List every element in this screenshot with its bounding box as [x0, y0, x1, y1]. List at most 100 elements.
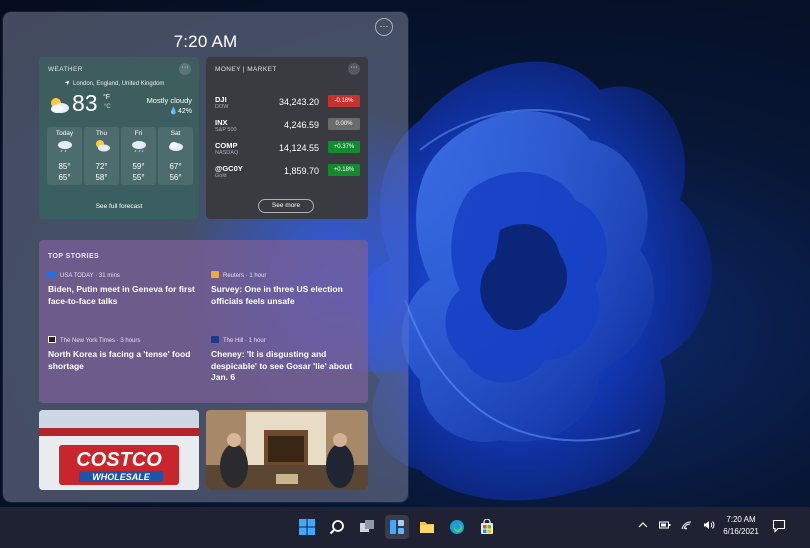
cloudy-icon: [168, 142, 183, 151]
news-image-costco[interactable]: COSTCO WHOLESALE: [39, 410, 199, 490]
battery-icon[interactable]: [658, 518, 672, 532]
stock-row[interactable]: COMP NASDAQ 14,124.55 +0.37%: [215, 141, 361, 163]
forecast-day[interactable]: Thu 72° 58°: [84, 127, 119, 185]
story-source-text: Reuters · 1 hour: [223, 273, 267, 279]
widgets-button[interactable]: [385, 515, 409, 539]
stock-symbol: INX: [215, 118, 228, 127]
stock-price: 4,246.59: [283, 120, 319, 130]
taskbar-clock[interactable]: 7:20 AM 6/16/2021: [716, 514, 766, 538]
volume-icon[interactable]: [702, 518, 716, 532]
forecast-low: 65°: [58, 173, 71, 182]
forecast-low: 56°: [169, 173, 182, 182]
top-stories-widget: TOP STORIES USA TODAY · 31 mins Biden, P…: [39, 240, 368, 403]
forecast-day[interactable]: Sat 67° 56°: [158, 127, 193, 185]
forecast-day-name: Sat: [170, 130, 181, 137]
story-source: Reuters · 1 hour: [211, 271, 361, 279]
see-more-button[interactable]: See more: [258, 199, 314, 213]
partly-sunny-icon: [95, 140, 110, 152]
clock-date: 6/16/2021: [723, 527, 759, 536]
story-headline: Survey: One in three US election officia…: [211, 284, 343, 306]
money-widget[interactable]: MONEY | MARKET ··· DJI DOW 34,243.20 -0.…: [206, 57, 368, 219]
stock-price: 34,243.20: [278, 97, 319, 107]
search-icon: [329, 520, 344, 535]
story-source: USA TODAY · 31 mins: [48, 271, 198, 279]
story-source-text: The New York Times · 3 hours: [60, 338, 141, 344]
stock-row[interactable]: INX S&P 500 4,246.59 0.00%: [215, 118, 361, 140]
file-explorer-button[interactable]: [415, 515, 439, 539]
forecast-low: 55°: [132, 173, 145, 182]
notification-center-icon[interactable]: [772, 519, 786, 533]
forecast-day-name: Thu: [95, 130, 108, 137]
story-source-text: The Hill · 1 hour: [223, 338, 266, 344]
weather-condition: Mostly cloudy: [146, 96, 192, 105]
rain-cloud-icon: [57, 141, 72, 153]
forecast-day-name: Today: [55, 130, 74, 137]
widgets-icon: [390, 520, 404, 534]
money-title: MONEY | MARKET: [215, 66, 277, 73]
news-image-geneva-meeting[interactable]: [206, 410, 368, 490]
story-item[interactable]: The New York Times · 3 hours North Korea…: [48, 336, 198, 372]
stock-name: NASDAQ: [215, 150, 239, 156]
costco-storefront-image: COSTCO WHOLESALE: [39, 410, 199, 490]
partly-cloudy-icon: [51, 98, 69, 113]
usa-today-logo-icon: [48, 271, 56, 278]
stock-row[interactable]: DJI DOW 34,243.20 -0.16%: [215, 95, 361, 117]
reuters-logo-icon: [211, 271, 219, 278]
location-arrow-icon: [64, 80, 70, 86]
system-tray: [636, 518, 716, 532]
task-view-icon: [360, 520, 374, 532]
wifi-icon[interactable]: [680, 518, 694, 532]
stock-change: +0.37%: [328, 141, 360, 153]
forecast-row: Today 85° 65° Thu 72° 58° Fri 59° 55° Sa…: [47, 127, 193, 185]
task-view-button[interactable]: [355, 515, 379, 539]
weather-title: WEATHER: [48, 66, 83, 73]
weather-more-icon[interactable]: ···: [179, 63, 191, 75]
forecast-low: 58°: [95, 173, 108, 182]
weather-location-text: London, England, United Kingdom: [73, 81, 165, 87]
see-full-forecast-link[interactable]: See full forecast: [39, 203, 199, 210]
forecast-high: 67°: [169, 162, 182, 171]
stock-row[interactable]: @GC0Y Gold 1,859.70 +0.18%: [215, 164, 361, 186]
clock-time: 7:20 AM: [726, 515, 756, 524]
forecast-day-name: Fri: [134, 130, 143, 137]
top-stories-title: TOP STORIES: [48, 253, 100, 260]
weather-location[interactable]: London, England, United Kingdom: [64, 80, 164, 87]
story-headline: Cheney: 'It is disgusting and despicable…: [211, 349, 353, 382]
story-item[interactable]: Reuters · 1 hour Survey: One in three US…: [211, 271, 361, 307]
nyt-logo-icon: [48, 336, 56, 343]
store-icon: [481, 519, 493, 534]
story-item[interactable]: USA TODAY · 31 mins Biden, Putin meet in…: [48, 271, 198, 307]
search-button[interactable]: [325, 515, 349, 539]
unit-celsius-toggle[interactable]: °C: [104, 104, 111, 110]
story-item[interactable]: The Hill · 1 hour Cheney: 'It is disgust…: [211, 336, 361, 384]
stock-change: +0.18%: [328, 164, 360, 176]
forecast-high: 72°: [95, 162, 108, 171]
stock-name: Gold: [215, 173, 227, 179]
show-hidden-icons-chevron-icon[interactable]: [636, 518, 650, 532]
story-source: The New York Times · 3 hours: [48, 336, 198, 344]
current-temperature: 83: [72, 90, 98, 116]
forecast-day[interactable]: Fri 59° 55°: [121, 127, 156, 185]
forecast-high: 85°: [58, 162, 71, 171]
panel-time: 7:20 AM: [173, 32, 238, 51]
weather-widget[interactable]: WEATHER ··· London, England, United King…: [39, 57, 199, 219]
stock-price: 14,124.55: [278, 143, 319, 153]
money-more-icon[interactable]: ···: [348, 63, 360, 75]
stock-symbol: DJI: [215, 95, 227, 104]
taskbar-app-icons: [295, 515, 499, 539]
unit-fahrenheit-toggle[interactable]: °F: [103, 94, 110, 101]
raindrop-icon: 💧: [169, 108, 178, 115]
store-button[interactable]: [475, 515, 499, 539]
stock-change: 0.00%: [328, 118, 360, 130]
stock-name: DOW: [215, 104, 229, 110]
start-button[interactable]: [295, 515, 319, 539]
forecast-day[interactable]: Today 85° 65°: [47, 127, 82, 185]
forecast-high: 59°: [132, 162, 145, 171]
stock-name: S&P 500: [215, 127, 237, 133]
costco-sign-text: COSTCO: [76, 449, 162, 471]
panel-more-options-icon[interactable]: ···: [375, 18, 393, 36]
precipitation: 💧42%: [169, 107, 192, 115]
story-headline: Biden, Putin meet in Geneva for first fa…: [48, 284, 195, 306]
edge-browser-button[interactable]: [445, 515, 469, 539]
stock-symbol: COMP: [215, 141, 238, 150]
